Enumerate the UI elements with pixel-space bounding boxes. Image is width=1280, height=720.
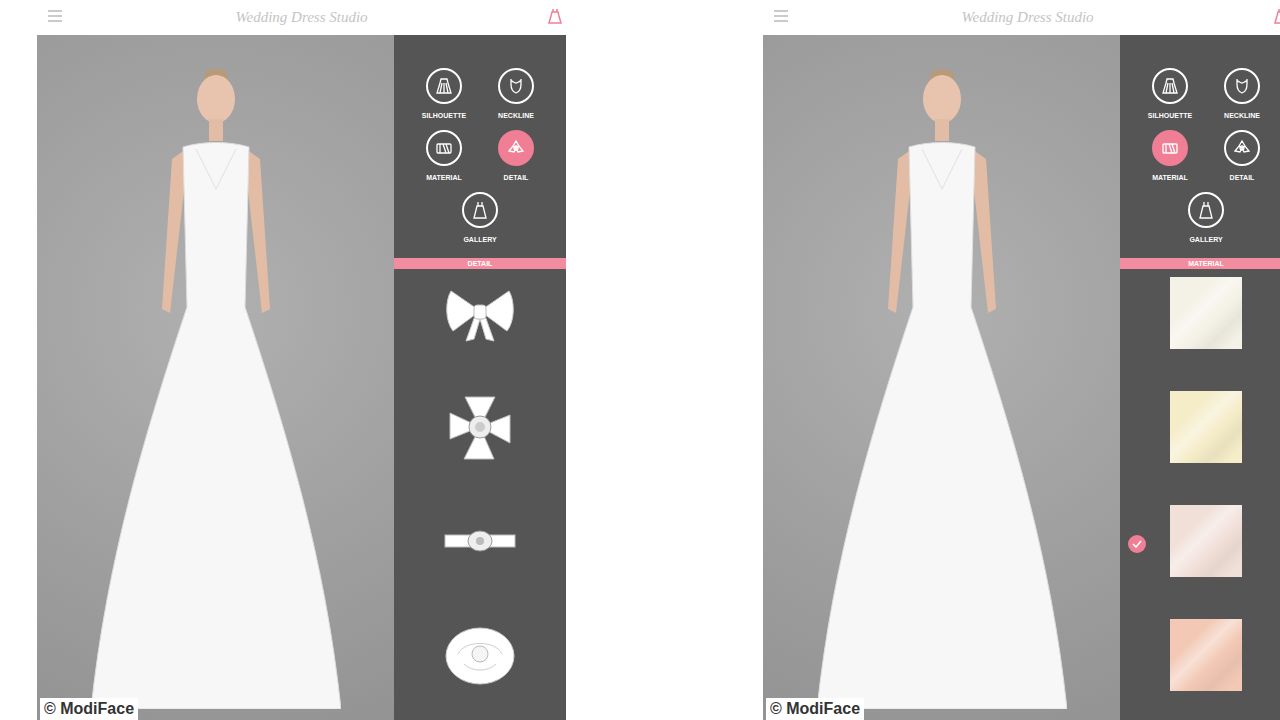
tool-circle[interactable]	[426, 68, 462, 104]
check-slot	[1128, 307, 1146, 325]
preview-canvas: © ModiFace	[763, 35, 1120, 720]
option-list	[394, 277, 566, 691]
tool-circle[interactable]	[498, 68, 534, 104]
swatch-fill	[1170, 391, 1242, 463]
menu-icon[interactable]	[48, 10, 62, 22]
tool-circle[interactable]	[1188, 192, 1224, 228]
tool-circle[interactable]	[1152, 68, 1188, 104]
gallery-icon	[470, 200, 490, 220]
tool-label: GALLERY	[463, 235, 496, 244]
option-row[interactable]	[1120, 619, 1280, 691]
check-slot	[1128, 649, 1146, 667]
section-bar: MATERIAL	[1120, 258, 1280, 269]
neckline-icon	[1232, 76, 1252, 96]
tool-label: DETAIL	[504, 173, 529, 182]
gallery-icon	[1196, 200, 1216, 220]
tool-circle[interactable]	[1224, 68, 1260, 104]
app-screen: Wedding Dress Studio © ModiFace SILHOUETTE…	[37, 0, 566, 720]
app-title: Wedding Dress Studio	[235, 6, 367, 29]
check-slot	[402, 535, 420, 553]
tool-row: GALLERY	[448, 192, 512, 244]
silhouette-icon	[434, 76, 454, 96]
tool-button[interactable]: DETAIL	[1210, 130, 1274, 182]
option-row[interactable]	[394, 277, 566, 349]
tool-label: NECKLINE	[1224, 111, 1260, 120]
belt-icon[interactable]	[442, 505, 518, 577]
material-swatch[interactable]	[1170, 391, 1242, 463]
material-swatch[interactable]	[1170, 619, 1242, 691]
app-body: © ModiFace SILHOUETTE NECKLINE MATERIAL DETA…	[763, 35, 1280, 720]
watermark: © ModiFace	[766, 698, 864, 720]
tool-grid: SILHOUETTE NECKLINE MATERIAL DETAIL	[1138, 68, 1274, 182]
app-header: Wedding Dress Studio	[763, 0, 1280, 35]
tool-button[interactable]: SILHOUETTE	[412, 68, 476, 120]
section-label: DETAIL	[468, 258, 493, 269]
swatch-fill	[1170, 505, 1242, 577]
option-row[interactable]	[394, 505, 566, 577]
tool-label: SILHOUETTE	[422, 111, 466, 120]
tool-row: GALLERY	[1174, 192, 1238, 244]
tool-label: GALLERY	[1189, 235, 1222, 244]
silhouette-icon	[1160, 76, 1180, 96]
tool-label: SILHOUETTE	[1148, 111, 1192, 120]
option-row[interactable]	[1120, 505, 1280, 577]
watermark: © ModiFace	[40, 698, 138, 720]
detail-icon	[1232, 138, 1252, 158]
app-body: © ModiFace SILHOUETTE NECKLINE MATERIAL DETA…	[37, 35, 566, 720]
swatch-fill	[1170, 619, 1242, 691]
bow-icon[interactable]	[442, 277, 518, 349]
tool-button[interactable]: DETAIL	[484, 130, 548, 182]
tool-circle[interactable]	[426, 130, 462, 166]
model-picture	[91, 49, 341, 720]
tool-panel: SILHOUETTE NECKLINE MATERIAL DETAIL GALLERY D…	[394, 35, 566, 720]
tool-circle[interactable]	[1224, 130, 1260, 166]
tool-panel: SILHOUETTE NECKLINE MATERIAL DETAIL GALLERY M…	[1120, 35, 1280, 720]
app-header: Wedding Dress Studio	[37, 0, 566, 35]
material-swatch[interactable]	[1170, 277, 1242, 349]
material-icon	[434, 138, 454, 158]
check-slot	[402, 307, 420, 325]
option-row[interactable]	[1120, 277, 1280, 349]
check-slot	[402, 649, 420, 667]
tool-circle[interactable]	[462, 192, 498, 228]
tool-label: MATERIAL	[1152, 173, 1188, 182]
tool-circle[interactable]	[1152, 130, 1188, 166]
dress-icon[interactable]	[548, 8, 562, 24]
tool-grid: SILHOUETTE NECKLINE MATERIAL DETAIL	[412, 68, 548, 182]
swatch-fill	[1170, 277, 1242, 349]
section-label: MATERIAL	[1188, 258, 1224, 269]
tool-label: DETAIL	[1230, 173, 1255, 182]
tool-label: MATERIAL	[426, 173, 462, 182]
section-bar: DETAIL	[394, 258, 566, 269]
model-picture	[817, 49, 1067, 720]
option-row[interactable]	[394, 391, 566, 463]
dress-icon[interactable]	[1274, 8, 1280, 24]
tool-button[interactable]: NECKLINE	[1210, 68, 1274, 120]
app-screen: Wedding Dress Studio © ModiFace SILHOUETTE…	[763, 0, 1280, 720]
tool-button[interactable]: MATERIAL	[412, 130, 476, 182]
preview-canvas: © ModiFace	[37, 35, 394, 720]
tool-button[interactable]: GALLERY	[448, 192, 512, 244]
tool-button[interactable]: NECKLINE	[484, 68, 548, 120]
menu-icon[interactable]	[774, 10, 788, 22]
tool-circle[interactable]	[498, 130, 534, 166]
brooch-icon[interactable]	[442, 391, 518, 463]
tool-label: NECKLINE	[498, 111, 534, 120]
option-row[interactable]	[1120, 391, 1280, 463]
neckline-icon	[506, 76, 526, 96]
material-icon	[1160, 138, 1180, 158]
material-swatch[interactable]	[1170, 505, 1242, 577]
option-list	[1120, 277, 1280, 691]
rose-icon[interactable]	[442, 619, 518, 691]
check-slot	[402, 421, 420, 439]
detail-icon	[506, 138, 526, 158]
check-slot	[1128, 421, 1146, 439]
option-row[interactable]	[394, 619, 566, 691]
tool-button[interactable]: SILHOUETTE	[1138, 68, 1202, 120]
tool-button[interactable]: MATERIAL	[1138, 130, 1202, 182]
check-icon	[1128, 535, 1146, 553]
tool-button[interactable]: GALLERY	[1174, 192, 1238, 244]
app-title: Wedding Dress Studio	[961, 6, 1093, 29]
